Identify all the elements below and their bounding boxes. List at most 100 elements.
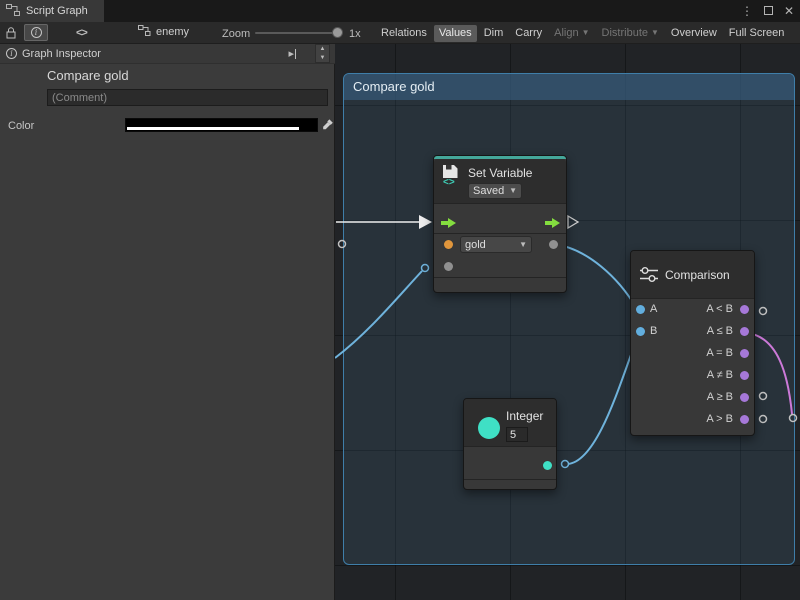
color-label: Color <box>8 120 34 132</box>
graph-asset-icon <box>138 25 151 39</box>
distribute-button[interactable]: Distribute▼ <box>597 25 664 42</box>
tab-script-graph[interactable]: Script Graph <box>0 0 104 22</box>
variable-kind-dropdown[interactable]: Saved▼ <box>468 183 522 199</box>
dock-panel-icon[interactable]: ▸ <box>288 47 296 60</box>
zoom-value: 1x <box>349 28 361 40</box>
port-stub[interactable] <box>760 308 767 315</box>
node-comparison[interactable]: Comparison A A < B B A ≤ B A = B A ≠ B <box>630 250 755 436</box>
input-label: A <box>650 303 657 315</box>
comparison-row: A A < B <box>631 299 754 321</box>
node-accent-strip <box>434 156 566 159</box>
dim-button[interactable]: Dim <box>479 25 509 42</box>
chevron-down-icon: ▼ <box>651 29 659 37</box>
variable-name-port[interactable] <box>444 240 453 249</box>
comparison-row: A ≥ B <box>631 387 754 409</box>
code-view-icon[interactable]: <> <box>76 27 87 39</box>
graph-asset-field[interactable]: enemy <box>138 25 189 39</box>
color-swatch[interactable] <box>125 118 318 132</box>
comment-input[interactable] <box>47 89 328 106</box>
wire-end-stub[interactable] <box>422 265 429 272</box>
script-graph-icon <box>6 4 20 19</box>
graph-inspector-title: Graph Inspector <box>22 48 101 60</box>
output-port[interactable] <box>740 371 749 380</box>
output-port[interactable] <box>740 415 749 424</box>
values-button[interactable]: Values <box>434 25 477 42</box>
lock-icon[interactable] <box>6 27 16 39</box>
comparison-row: A ≠ B <box>631 365 754 387</box>
output-port[interactable] <box>740 305 749 314</box>
comparison-rows: A A < B B A ≤ B A = B A ≠ B A ≥ B <box>631 299 754 431</box>
comparison-row: A = B <box>631 343 754 365</box>
output-label: A > B <box>706 413 733 425</box>
output-label: A ≠ B <box>707 369 733 381</box>
tab-title: Script Graph <box>26 5 88 17</box>
output-port[interactable] <box>740 327 749 336</box>
port-stub[interactable] <box>339 241 346 248</box>
graph-title: Compare gold <box>47 68 129 83</box>
output-port[interactable] <box>740 393 749 402</box>
graph-asset-name: enemy <box>156 26 189 38</box>
info-icon: i <box>6 48 17 59</box>
graph-toolbar: i <> enemy Zoom 1x Relations Values Dim … <box>0 22 800 44</box>
zoom-slider-handle[interactable] <box>332 27 343 38</box>
input-label: B <box>650 325 657 337</box>
input-port-a[interactable] <box>636 305 645 314</box>
integer-output-port[interactable] <box>543 461 552 470</box>
output-label: A < B <box>706 303 733 315</box>
wire-blue-integer-to-comparison-b[interactable] <box>568 336 638 464</box>
node-title: Integer <box>506 409 543 423</box>
close-icon[interactable]: ✕ <box>784 5 794 17</box>
port-stub[interactable] <box>760 393 767 400</box>
info-icon: i <box>31 27 42 38</box>
zoom-slider-track[interactable] <box>255 32 339 34</box>
value-input-port[interactable] <box>444 262 453 271</box>
floppy-disk-icon: <> <box>442 164 464 189</box>
scroll-down-icon[interactable]: ▼ <box>316 54 329 63</box>
output-label: A = B <box>706 347 733 359</box>
value-output-port[interactable] <box>549 240 558 249</box>
scroll-pager[interactable]: ▲▼ <box>315 44 330 63</box>
flow-input-port[interactable] <box>441 217 457 229</box>
node-integer[interactable]: Integer <box>463 398 557 490</box>
overview-button[interactable]: Overview <box>666 25 722 42</box>
graph-inspector-header: i Graph Inspector <box>0 44 335 64</box>
node-title: Set Variable <box>468 166 532 180</box>
port-stub[interactable] <box>790 415 797 422</box>
inspector-toggle-button[interactable]: i <box>24 24 48 41</box>
window-menu-icon[interactable]: ⋮ <box>741 5 753 17</box>
comparison-icon <box>639 266 659 286</box>
eyedropper-icon[interactable] <box>322 118 335 134</box>
svg-text:<>: <> <box>443 177 455 186</box>
scroll-up-icon[interactable]: ▲ <box>316 45 329 54</box>
port-stub[interactable] <box>760 416 767 423</box>
toolbar-buttons: Relations Values Dim Carry Align▼ Distri… <box>376 24 789 42</box>
comparison-row: B A ≤ B <box>631 321 754 343</box>
integer-icon <box>478 417 500 439</box>
node-set-variable[interactable]: <> Set Variable Saved▼ gold▼ <box>433 155 567 293</box>
output-label: A ≥ B <box>707 391 733 403</box>
node-title: Comparison <box>665 268 730 282</box>
integer-value-input[interactable] <box>506 427 528 442</box>
output-port[interactable] <box>740 349 749 358</box>
wire-end-stub[interactable] <box>562 461 569 468</box>
graph-canvas[interactable]: Compare gold <> Set Variable Saved▼ <box>335 44 800 600</box>
comparison-row: A > B <box>631 409 754 431</box>
output-label: A ≤ B <box>707 325 733 337</box>
zoom-label: Zoom <box>222 28 250 40</box>
maximize-icon[interactable] <box>764 5 773 17</box>
variable-select-dropdown[interactable]: gold▼ <box>460 236 532 253</box>
align-button[interactable]: Align▼ <box>549 25 594 42</box>
relations-button[interactable]: Relations <box>376 25 432 42</box>
chevron-down-icon: ▼ <box>582 29 590 37</box>
wire-white-arrowhead <box>419 215 432 229</box>
chevron-down-icon: ▼ <box>509 187 517 195</box>
wire-blue-incoming[interactable] <box>335 271 422 358</box>
flow-output-port[interactable] <box>545 217 561 229</box>
chevron-down-icon: ▼ <box>519 241 527 249</box>
graph-inspector-panel: i Graph Inspector ▸ ▲▼ Compare gold Colo… <box>0 44 335 600</box>
input-port-b[interactable] <box>636 327 645 336</box>
carry-button[interactable]: Carry <box>510 25 547 42</box>
fullscreen-button[interactable]: Full Screen <box>724 25 790 42</box>
flow-out-stub-triangle[interactable] <box>568 216 578 228</box>
alpha-bar <box>127 127 316 130</box>
